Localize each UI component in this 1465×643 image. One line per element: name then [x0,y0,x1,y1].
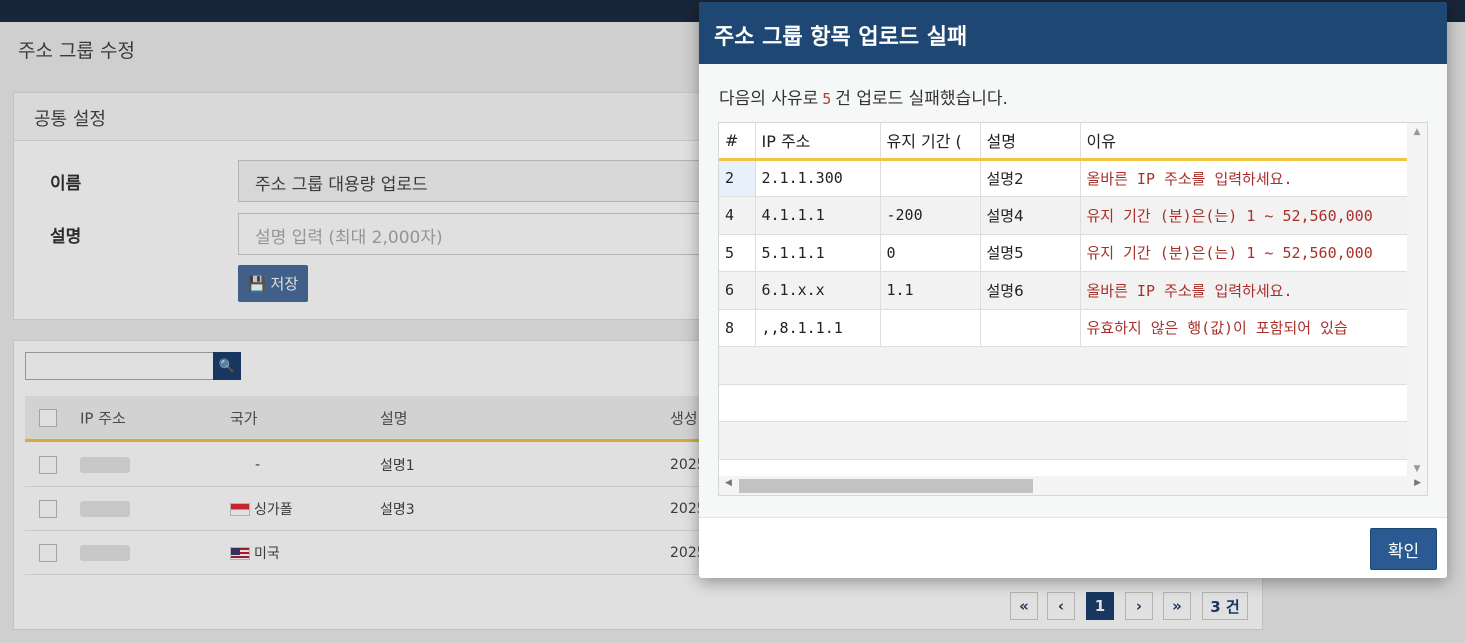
modal-body: 다음의 사유로 5 건 업로드 실패했습니다. # IP 주소 유지 기간 ( 설명… [699,64,1447,517]
modal-footer: 확인 [699,517,1447,578]
grid-col-reason[interactable]: 이유 [1080,123,1410,161]
row-ip: 6.1.x.x [755,271,881,310]
scroll-down-icon[interactable]: ▼ [1407,464,1427,474]
row-ip: 4.1.1.1 [755,196,881,235]
row-num: 8 [719,309,756,347]
row-num: 5 [719,234,756,272]
grid-row[interactable]: 6 6.1.x.x 1.1 설명6 올바른 IP 주소를 입력하세요. [719,271,1410,310]
failure-message: 다음의 사유로 5 건 업로드 실패했습니다. [719,84,1008,109]
grid-row[interactable]: 5 5.1.1.1 0 설명5 유지 기간 (분)은(는) 1 ~ 52,560… [719,234,1410,272]
row-desc: 설명6 [980,271,1081,310]
row-ip: 5.1.1.1 [755,234,881,272]
message-prefix: 다음의 사유로 [719,89,819,109]
row-reason: 올바른 IP 주소를 입력하세요. [1080,271,1410,310]
row-reason: 유지 기간 (분)은(는) 1 ~ 52,560,000 [1080,196,1410,235]
row-duration [880,159,981,197]
grid-header: # IP 주소 유지 기간 ( 설명 이유 [719,123,1410,161]
row-ip: 2.1.1.300 [755,159,881,197]
row-desc: 설명5 [980,234,1081,272]
row-desc [980,309,1081,347]
horizontal-scrollbar[interactable]: ◀ ▶ [719,476,1427,495]
failure-count: 5 [822,90,832,108]
row-num: 2 [719,159,756,197]
row-duration: 1.1 [880,271,981,310]
modal-title: 주소 그룹 항목 업로드 실패 [699,2,1447,64]
row-ip: ,,8.1.1.1 [755,309,881,347]
grid-row[interactable]: 4 4.1.1.1 -200 설명4 유지 기간 (분)은(는) 1 ~ 52,… [719,196,1410,235]
scroll-up-icon[interactable]: ▲ [1407,127,1427,137]
row-num: 6 [719,271,756,310]
message-suffix: 건 업로드 실패했습니다. [835,89,1008,109]
row-num: 4 [719,196,756,235]
vertical-scrollbar[interactable]: ▲ ▼ [1407,123,1427,478]
grid-col-duration[interactable]: 유지 기간 ( [880,123,981,161]
row-duration: -200 [880,196,981,235]
row-desc: 설명4 [980,196,1081,235]
grid-col-ip[interactable]: IP 주소 [755,123,881,161]
row-desc: 설명2 [980,159,1081,197]
grid-row[interactable]: 8 ,,8.1.1.1 유효하지 않은 행(값)이 포함되어 있습 [719,309,1410,347]
grid-empty-row [719,421,1409,460]
grid-empty-row [719,384,1409,422]
grid-col-desc[interactable]: 설명 [980,123,1081,161]
confirm-button[interactable]: 확인 [1370,528,1437,570]
grid-empty-row [719,346,1409,385]
row-duration [880,309,981,347]
row-reason: 유지 기간 (분)은(는) 1 ~ 52,560,000 [1080,234,1410,272]
row-reason: 올바른 IP 주소를 입력하세요. [1080,159,1410,197]
scroll-right-icon[interactable]: ▶ [1414,478,1421,488]
horizontal-scroll-thumb[interactable] [739,479,1033,493]
grid-col-num[interactable]: # [719,123,756,161]
row-reason: 유효하지 않은 행(값)이 포함되어 있습 [1080,309,1410,347]
scroll-left-icon[interactable]: ◀ [725,478,732,488]
grid-row[interactable]: 2 2.1.1.300 설명2 올바른 IP 주소를 입력하세요. [719,159,1410,197]
failure-grid: # IP 주소 유지 기간 ( 설명 이유 2 2.1.1.300 설명2 올바… [718,122,1428,496]
upload-failure-modal: 주소 그룹 항목 업로드 실패 다음의 사유로 5 건 업로드 실패했습니다. # … [699,2,1447,578]
row-duration: 0 [880,234,981,272]
